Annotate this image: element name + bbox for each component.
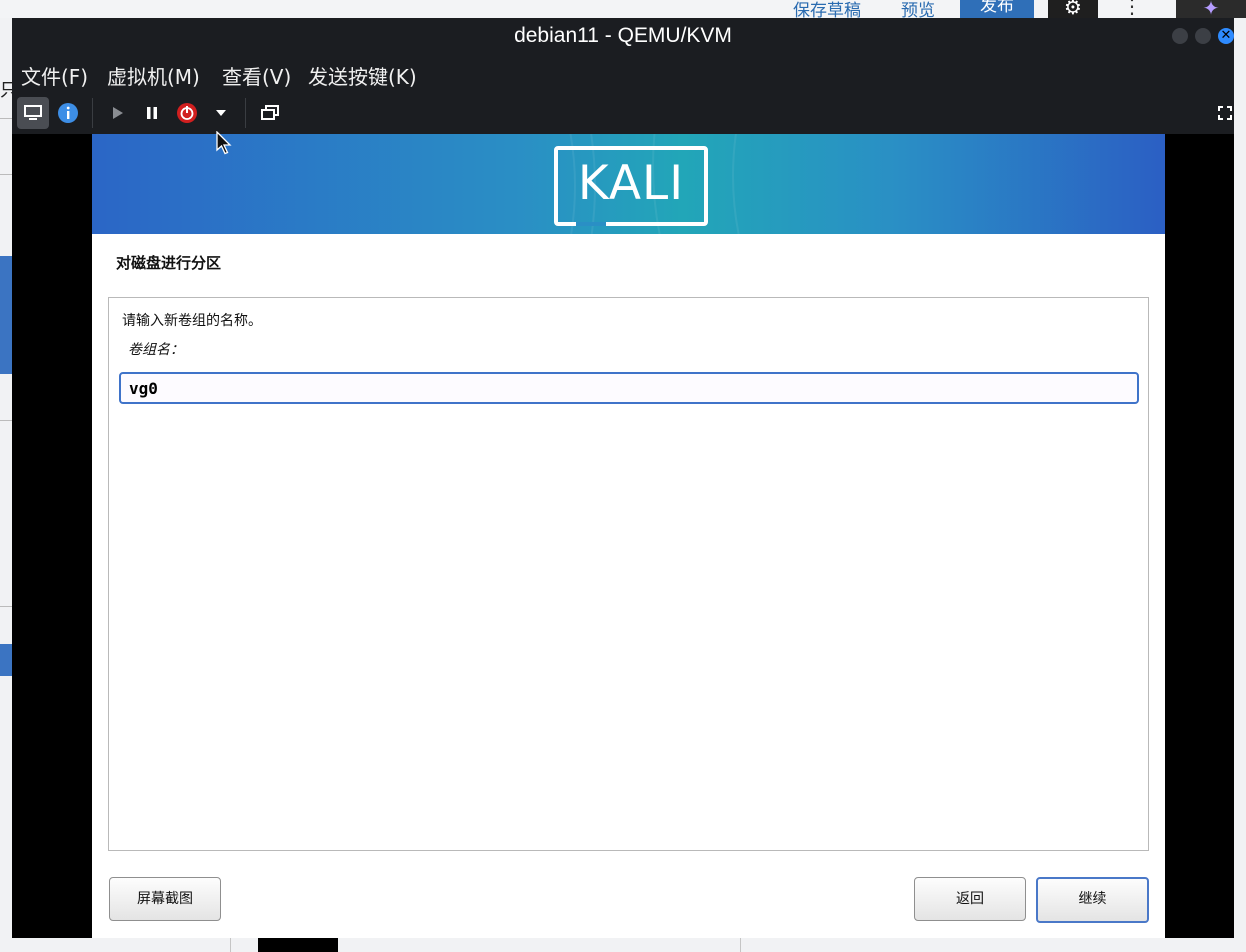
background-app-topbar: 保存草稿 预览 发布 ⚙ ⋮ ✦ (0, 0, 1246, 21)
maximize-button[interactable] (1195, 28, 1211, 44)
publish-button[interactable]: 发布 (960, 0, 1034, 18)
guest-display[interactable]: KALI 对磁盘进行分区 请输入新卷组的名称。 卷组名： 屏幕截图 返回 继续 (92, 134, 1165, 938)
info-icon[interactable] (52, 97, 84, 129)
menu-bar: 文件(F) 虚拟机(M) 查看(V) 发送按键(K) (12, 56, 1234, 92)
menu-file[interactable]: 文件(F) (21, 61, 88, 90)
continue-button[interactable]: 继续 (1036, 877, 1149, 923)
kali-logo-text: KALI (577, 156, 685, 211)
background-app-bottom-edge (12, 938, 1234, 952)
close-button[interactable]: ✕ (1218, 28, 1234, 44)
step-title: 对磁盘进行分区 (116, 254, 222, 272)
background-highlight (0, 644, 12, 676)
volume-group-name-input[interactable] (119, 372, 1139, 404)
vm-window: debian11 - QEMU/KVM ✕ 文件(F) 虚拟机(M) 查看(V)… (12, 18, 1234, 938)
minimize-button[interactable] (1172, 28, 1188, 44)
toolbar (12, 92, 1234, 134)
volume-group-label: 卷组名： (128, 342, 184, 358)
content-panel: 请输入新卷组的名称。 卷组名： (108, 297, 1149, 851)
run-icon[interactable] (101, 97, 133, 129)
fullscreen-icon[interactable] (1209, 97, 1234, 129)
screenshot-button[interactable]: 屏幕截图 (109, 877, 221, 921)
window-titlebar[interactable]: debian11 - QEMU/KVM ✕ (12, 18, 1234, 56)
more-options-icon[interactable]: ⋮ (1122, 0, 1142, 18)
console-icon[interactable] (17, 97, 49, 129)
back-button[interactable]: 返回 (914, 877, 1026, 921)
dropdown-arrow-icon[interactable] (205, 97, 237, 129)
gear-icon[interactable]: ⚙ (1048, 0, 1098, 18)
prompt-text: 请输入新卷组的名称。 (122, 313, 262, 329)
kali-banner: KALI (92, 134, 1165, 234)
background-highlight (0, 256, 12, 374)
kali-logo: KALI (554, 146, 708, 226)
snapshot-icon[interactable] (254, 97, 286, 129)
background-app-right-edge (1234, 18, 1246, 952)
window-title: debian11 - QEMU/KVM (514, 24, 732, 47)
shutdown-icon[interactable] (171, 97, 203, 129)
menu-vm[interactable]: 虚拟机(M) (107, 61, 200, 90)
mouse-cursor-icon (216, 131, 232, 155)
sparkle-icon[interactable]: ✦ (1176, 0, 1246, 18)
menu-view[interactable]: 查看(V) (222, 61, 291, 90)
background-app-left-edge: 只 (0, 18, 18, 952)
menu-send-key[interactable]: 发送按键(K) (308, 61, 417, 90)
pause-icon[interactable] (136, 97, 168, 129)
